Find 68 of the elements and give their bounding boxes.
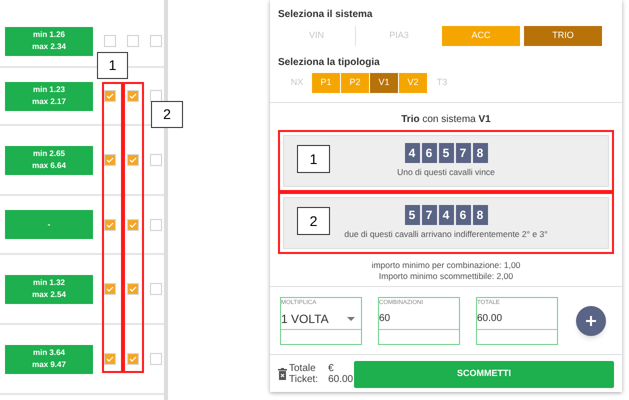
check-icon (129, 356, 137, 362)
checkbox[interactable] (150, 353, 162, 365)
horse-number: 7 (456, 143, 470, 164)
caption: due di questi cavalli arrivano indifferentemente 2° e 3° (344, 228, 548, 241)
total-value: € 60.00 (328, 363, 354, 385)
checkbox[interactable] (150, 218, 162, 230)
note-text: Importo minimo scommettibile: 2,00 (378, 271, 514, 282)
total-label: Totale Ticket: (289, 363, 318, 385)
plus-icon (585, 315, 597, 327)
odds-badge: min 2.65 max 6.64 (5, 146, 93, 174)
horse-number: 4 (438, 205, 454, 226)
odds-badge: min 1.32 max 2.54 (5, 274, 93, 304)
check-icon (106, 157, 114, 163)
add-button[interactable] (576, 306, 606, 336)
checkbox[interactable] (104, 35, 116, 47)
type-button[interactable]: P1 (312, 73, 340, 93)
checkbox[interactable] (127, 218, 139, 230)
callout-label: 1 (297, 145, 330, 173)
horse-number: 8 (472, 205, 488, 226)
checkbox[interactable] (127, 283, 139, 295)
checkbox[interactable] (127, 154, 139, 166)
checkbox[interactable] (150, 283, 162, 295)
checkbox[interactable] (104, 353, 116, 365)
caption: Uno di questi cavalli vince (397, 166, 495, 179)
trash-icon[interactable] (278, 368, 287, 380)
system-button[interactable]: ACC (442, 26, 520, 46)
checkbox[interactable] (104, 90, 116, 102)
horse-number: 5 (404, 205, 420, 226)
horse-number: 5 (438, 143, 454, 164)
checkbox[interactable] (150, 154, 162, 166)
note-text: importo minimo per combinazione: 1,00 (372, 260, 520, 271)
callout-label: 1 (97, 52, 128, 79)
callout-label: 2 (151, 101, 183, 128)
checkbox[interactable] (150, 35, 162, 47)
system-button[interactable]: TRIO (524, 26, 602, 46)
section-title: Seleziona la tipologia (278, 56, 381, 70)
checkbox[interactable] (127, 35, 139, 47)
heading: Trio con sistema V1 (400, 113, 492, 127)
odds-badge: min 1.26 max 2.34 (5, 26, 93, 56)
horse-number: 6 (456, 205, 470, 226)
section-title: Seleziona il sistema (278, 8, 374, 22)
checkbox[interactable] (150, 90, 162, 102)
horse-number: 8 (472, 143, 488, 164)
check-icon (106, 93, 114, 99)
check-icon (106, 286, 114, 292)
type-button[interactable]: P2 (341, 73, 369, 93)
check-icon (106, 356, 114, 362)
checkbox[interactable] (127, 353, 139, 365)
odds-badge: min 1.23 max 2.17 (5, 82, 93, 110)
check-icon (129, 286, 137, 292)
callout-label: 2 (297, 207, 330, 235)
submit-button[interactable]: SCOMMETTI (354, 360, 614, 388)
horse-number: 7 (422, 205, 436, 226)
horse-number: 6 (422, 143, 436, 164)
type-button[interactable]: V2 (399, 73, 427, 93)
odds-badge: min 3.64 max 9.47 (5, 344, 93, 374)
check-icon (129, 157, 137, 163)
checkbox[interactable] (104, 218, 116, 230)
horse-number: 4 (404, 143, 420, 164)
caret-icon (347, 316, 355, 320)
check-icon (106, 222, 114, 228)
checkbox[interactable] (104, 283, 116, 295)
check-icon (129, 93, 137, 99)
check-icon (129, 222, 137, 228)
checkbox[interactable] (127, 90, 139, 102)
odds-badge: - (5, 210, 93, 239)
checkbox[interactable] (104, 154, 116, 166)
type-button[interactable]: V1 (370, 73, 398, 93)
